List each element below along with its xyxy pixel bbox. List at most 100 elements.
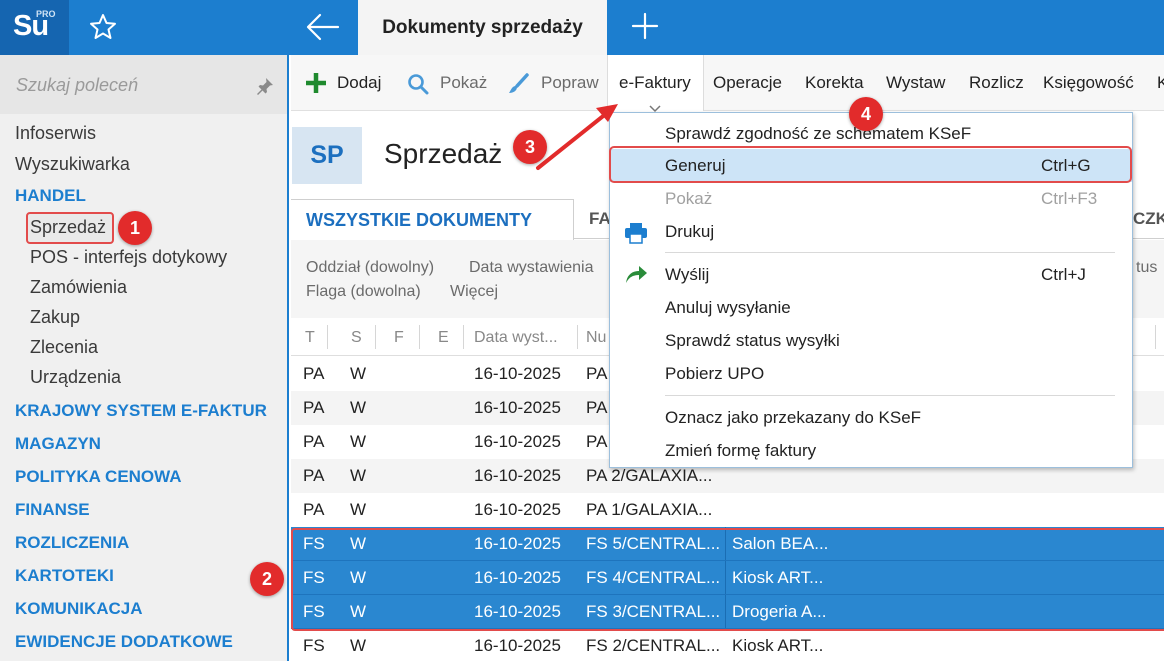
sidebar-item[interactable]: KOMUNIKACJA xyxy=(15,599,143,619)
column-divider[interactable] xyxy=(419,325,420,349)
menu-item-label: Pobierz UPO xyxy=(665,364,765,383)
column-header-s[interactable]: S xyxy=(351,329,362,347)
table-row[interactable]: PA W 16-10-2025 PA 1/GALAXIA... xyxy=(291,493,1164,527)
filter-more[interactable]: Więcej xyxy=(450,283,498,301)
send-arrow-icon xyxy=(624,265,648,290)
table-cell-num: PA 1/GALAXIA... xyxy=(586,500,713,519)
sidebar-item[interactable]: Wyszukiwarka xyxy=(15,154,130,175)
table-cell-num: PA xyxy=(586,432,608,451)
table-cell-date: 16-10-2025 xyxy=(474,398,561,417)
table-cell-t: FS xyxy=(303,636,325,655)
sidebar-item[interactable]: Sprzedaż xyxy=(30,217,106,238)
tab-dokumenty-sprzedazy[interactable]: Dokumenty sprzedaży xyxy=(358,0,607,55)
menu-item-label: Pokaż xyxy=(665,189,713,208)
sidebar-item[interactable]: MAGAZYN xyxy=(15,434,101,454)
menu-item-send[interactable]: Wyślij Ctrl+J xyxy=(610,258,1132,291)
table-cell-date: 16-10-2025 xyxy=(474,466,561,485)
menu-item-mark-sent[interactable]: Oznacz jako przekazany do KSeF xyxy=(610,401,1132,434)
table-cell-date: 16-10-2025 xyxy=(474,500,561,519)
favorites-star-icon[interactable] xyxy=(88,12,118,47)
filter-branch[interactable]: Oddział (dowolny) xyxy=(306,259,434,277)
sidebar-item[interactable]: HANDEL xyxy=(15,186,86,206)
command-search[interactable]: Szukaj poleceń xyxy=(0,55,287,114)
sidebar-item[interactable]: FINANSE xyxy=(15,500,90,520)
table-cell-date: 16-10-2025 xyxy=(474,636,561,655)
sidebar-item[interactable]: KRAJOWY SYSTEM E-FAKTUR xyxy=(15,401,267,421)
brush-icon xyxy=(507,73,529,100)
column-divider[interactable] xyxy=(375,325,376,349)
table-cell-date: 16-10-2025 xyxy=(474,364,561,383)
menu-item-shortcut: Ctrl+F3 xyxy=(1041,189,1098,208)
back-arrow-icon[interactable] xyxy=(305,10,341,49)
column-divider[interactable] xyxy=(577,325,578,349)
printer-icon xyxy=(624,222,648,249)
sidebar-item[interactable]: Zakup xyxy=(30,307,80,328)
operations-menu-button[interactable]: Operacje xyxy=(713,73,782,93)
sidebar-item[interactable]: Infoserwis xyxy=(15,123,96,144)
table-cell-s: W xyxy=(350,500,367,519)
correction-menu-button[interactable]: Korekta xyxy=(805,73,864,93)
generate-highlight-frame xyxy=(609,146,1132,183)
menu-item-label: Sprawdź zgodność ze schematem KSeF xyxy=(665,124,972,143)
column-header-t[interactable]: T xyxy=(305,329,315,347)
column-divider[interactable] xyxy=(327,325,328,349)
sidebar-item[interactable]: Zlecenia xyxy=(30,337,98,358)
column-divider[interactable] xyxy=(1155,325,1156,349)
pin-icon[interactable] xyxy=(256,77,274,100)
filter-flag[interactable]: Flaga (dowolna) xyxy=(306,283,421,301)
new-tab-plus-icon[interactable] xyxy=(630,11,660,46)
table-row[interactable]: FS W 16-10-2025 FS 2/CENTRAL... Kiosk ART... xyxy=(291,629,1164,661)
sidebar-item[interactable]: KARTOTEKI xyxy=(15,566,114,586)
fix-button[interactable]: Popraw xyxy=(541,73,599,93)
sidebar-item[interactable]: POLITYKA CENOWA xyxy=(15,467,182,487)
menu-item-cancel-send[interactable]: Anuluj wysyłanie xyxy=(610,291,1132,324)
issue-menu-button[interactable]: Wystaw xyxy=(886,73,945,93)
tab-right-cut[interactable]: CZK xyxy=(1133,209,1164,229)
menu-item-print[interactable]: Drukuj xyxy=(610,215,1132,248)
accounting-menu-button[interactable]: Księgowość xyxy=(1043,73,1134,93)
table-cell-t: PA xyxy=(303,432,325,451)
menu-separator xyxy=(665,395,1115,396)
menu-item-shortcut: Ctrl+J xyxy=(1041,265,1086,284)
menu-item-check-status[interactable]: Sprawdź status wysyłki xyxy=(610,324,1132,357)
tab-all-documents[interactable]: WSZYSTKIE DOKUMENTY xyxy=(291,199,574,240)
show-button[interactable]: Pokaż xyxy=(440,73,487,93)
app-logo[interactable]: Su PRO xyxy=(0,0,69,55)
page-title: Sprzedaż xyxy=(384,138,503,169)
menu-item-show[interactable]: Pokaż Ctrl+F3 xyxy=(610,182,1132,215)
column-header-number[interactable]: Nu xyxy=(586,329,606,347)
sidebar-item[interactable]: ROZLICZENIA xyxy=(15,533,129,553)
column-header-f[interactable]: F xyxy=(394,329,404,347)
column-header-e[interactable]: E xyxy=(438,329,449,347)
efaktury-menu-button[interactable]: e-Faktury xyxy=(619,73,691,93)
table-cell-t: PA xyxy=(303,466,325,485)
menu-item-download-upo[interactable]: Pobierz UPO xyxy=(610,357,1132,390)
filter-status-cut[interactable]: tus xyxy=(1136,259,1157,277)
table-cell-num: PA 2/GALAXIA... xyxy=(586,466,713,485)
filter-date[interactable]: Data wystawienia xyxy=(469,259,594,277)
menu-item-change-form[interactable]: Zmień formę faktury xyxy=(610,434,1132,467)
sidebar-item[interactable]: Urządzenia xyxy=(30,367,121,388)
menu-item-label: Oznacz jako przekazany do KSeF xyxy=(665,408,922,427)
callout-badge-2: 2 xyxy=(250,562,284,596)
table-cell-client: Kiosk ART... xyxy=(732,636,824,655)
table-cell-s: W xyxy=(350,398,367,417)
column-divider[interactable] xyxy=(463,325,464,349)
search-input[interactable]: Szukaj poleceń xyxy=(16,75,138,96)
sidebar-item[interactable]: Zamówienia xyxy=(30,277,127,298)
add-button[interactable]: Dodaj xyxy=(337,73,381,93)
tab-fa[interactable]: FA xyxy=(589,209,611,229)
sidebar-item[interactable]: EWIDENCJE DODATKOWE xyxy=(15,632,233,652)
settle-menu-button[interactable]: Rozlicz xyxy=(969,73,1024,93)
menu-item-label: Wyślij xyxy=(665,265,710,284)
menu-item-label: Zmień formę faktury xyxy=(665,441,817,460)
more-menu-button-cut[interactable]: K xyxy=(1157,73,1164,93)
table-cell-t: PA xyxy=(303,398,325,417)
sidebar-item[interactable]: POS - interfejs dotykowy xyxy=(30,247,227,268)
table-cell-date: 16-10-2025 xyxy=(474,432,561,451)
module-badge: SP xyxy=(292,127,362,184)
callout-badge-4: 4 xyxy=(849,97,883,131)
column-header-date[interactable]: Data wyst... xyxy=(474,329,558,347)
logo-pro-label: PRO xyxy=(36,9,56,19)
table-cell-s: W xyxy=(350,364,367,383)
